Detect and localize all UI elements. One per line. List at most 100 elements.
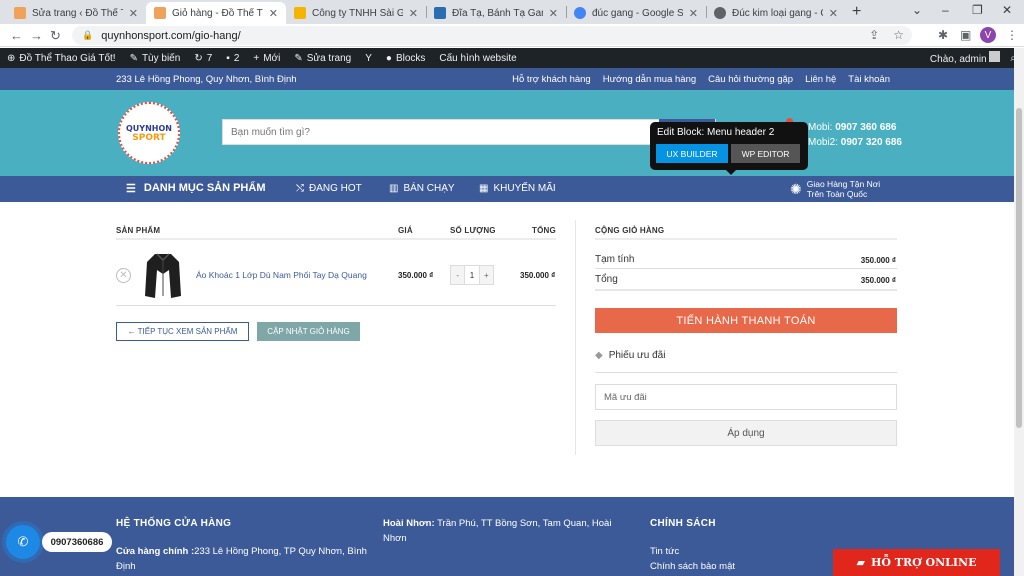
minimize-icon[interactable]: – (942, 3, 949, 17)
item-price: 350.000 ₫ (398, 271, 434, 280)
divider (116, 238, 556, 240)
close-tab-icon[interactable]: ✕ (829, 7, 838, 20)
tooltip-arrow (726, 170, 736, 175)
edit-block-title: Edit Block: Menu header 2 (657, 127, 775, 138)
hotline-2[interactable]: 0907 320 686 (841, 137, 902, 148)
footer-policy-links: Tin tức Chính sách bảo mật (650, 544, 735, 574)
brush-icon: ✎ (129, 52, 138, 64)
wp-blocks-link[interactable]: ● Blocks (379, 53, 433, 64)
browser-tab[interactable]: đúc gang - Google Search ✕ (566, 2, 706, 24)
close-tab-icon[interactable]: ✕ (129, 7, 138, 20)
wordpress-icon: ⊕ (7, 52, 16, 64)
coupon-input[interactable]: Mã ưu đãi (595, 384, 897, 410)
browser-tab[interactable]: Sửa trang ‹ Đồ Thể Thao Giá ✕ (6, 2, 146, 24)
reload-icon[interactable]: ↻ (50, 28, 61, 44)
wp-customize-link[interactable]: ✎ Tùy biến (123, 53, 188, 64)
browser-tab[interactable]: Công ty TNHH Sài Gòn Mai ✕ (286, 2, 426, 24)
footer-link[interactable]: Chính sách bảo mật (650, 559, 735, 574)
coupon-title: ◆ Phiếu ưu đãi (595, 350, 666, 361)
wp-new-link[interactable]: + Mới (246, 53, 287, 64)
hamburger-icon: ☰ (126, 183, 136, 195)
topbar-link[interactable]: Câu hỏi thường gặp (708, 74, 793, 85)
lock-icon[interactable]: 🔒 (82, 30, 93, 41)
wp-editor-button[interactable]: WP EDITOR (731, 144, 800, 163)
address-bar[interactable]: 🔒 quynhonsport.com/gio-hang/ ⇪ ☆ (72, 26, 912, 45)
apply-coupon-button[interactable]: Áp dụng (595, 420, 897, 446)
call-button[interactable]: ✆ (6, 525, 40, 559)
product-name-link[interactable]: Áo Khoác 1 Lớp Dù Nam Phối Tay Dạ Quang (196, 270, 367, 280)
chat-icon: ▰ (856, 556, 865, 569)
footer-main-store: Cửa hàng chính :233 Lê Hồng Phong, TP Qu… (116, 546, 367, 572)
call-number[interactable]: 0907360686 (42, 532, 112, 552)
wp-config-link[interactable]: Cấu hình website (432, 53, 523, 64)
wp-edit-page-link[interactable]: ✎ Sửa trang (287, 53, 358, 64)
tab-favicon-icon (294, 7, 306, 19)
wp-comments-link[interactable]: ▪ 2 (219, 53, 246, 64)
close-window-icon[interactable]: ✕ (1002, 3, 1012, 17)
menu-dots-icon[interactable]: ⋮ (1006, 28, 1018, 42)
total-label: Tổng (595, 274, 618, 285)
grid-icon: ▦ (479, 183, 489, 194)
extensions-icon[interactable]: ✱ (938, 28, 948, 42)
back-icon[interactable]: ← (10, 28, 23, 43)
checkout-button[interactable]: TIẾN HÀNH THANH TOÁN (595, 308, 897, 333)
wp-greeting[interactable]: Chào, admin (930, 51, 1001, 65)
page-scrollbar[interactable] (1014, 48, 1024, 576)
search-input[interactable] (231, 126, 651, 138)
google-favicon-icon (574, 7, 586, 19)
nav-item-best-seller[interactable]: ▥ BÁN CHẠY (389, 183, 455, 194)
yoast-link[interactable]: Y (358, 53, 379, 64)
site-logo[interactable]: QUYNHON SPORT (118, 102, 180, 164)
remove-item-icon[interactable]: ✕ (116, 268, 131, 283)
updates-icon: ↻ (194, 52, 203, 64)
url-text[interactable]: quynhonsport.com/gio-hang/ (101, 30, 240, 42)
chart-icon: ▥ (389, 183, 399, 194)
qty-minus-button[interactable]: - (451, 266, 466, 284)
share-icon[interactable]: ⇪ (869, 28, 879, 42)
browser-tab[interactable]: Đúc kim loại gang - CƠ KHÍ ✕ (706, 2, 846, 24)
topbar-link[interactable]: Tài khoản (848, 74, 890, 85)
new-tab-icon[interactable]: + (852, 3, 861, 21)
scroll-thumb[interactable] (1016, 108, 1022, 428)
side-panel-icon[interactable]: ▣ (960, 28, 971, 42)
topbar-link[interactable]: Hỗ trợ khách hàng (512, 74, 591, 85)
close-tab-icon[interactable]: ✕ (549, 7, 558, 20)
update-cart-button[interactable]: CẬP NHẬT GIỎ HÀNG (257, 322, 360, 341)
col-header-price: GIÁ (398, 226, 413, 235)
close-tab-icon[interactable]: ✕ (409, 7, 418, 20)
continue-shopping-button[interactable]: ← TIẾP TỤC XEM SẢN PHẨM (116, 322, 249, 341)
nav-item-promo[interactable]: ▦ KHUYẾN MÃI (479, 183, 556, 194)
divider (116, 305, 556, 306)
topbar-link[interactable]: Hướng dẫn mua hàng (603, 74, 696, 85)
tag-icon: ◆ (595, 350, 603, 361)
hotline-1[interactable]: 0907 360 686 (835, 122, 896, 133)
close-tab-icon[interactable]: ✕ (269, 7, 278, 20)
qty-input[interactable]: 1 (465, 266, 480, 284)
maximize-icon[interactable]: ❐ (972, 3, 983, 17)
wp-updates-link[interactable]: ↻ 7 (187, 53, 219, 64)
wp-site-link[interactable]: ⊕ Đồ Thể Thao Giá Tốt! (0, 53, 123, 64)
category-menu[interactable]: ☰ DANH MỤC SẢN PHẨM (126, 182, 265, 195)
tab-search-icon[interactable]: ⌄ (912, 3, 922, 17)
product-thumbnail[interactable] (143, 250, 183, 300)
footer-link[interactable]: Tin tức (650, 544, 735, 559)
topbar-link[interactable]: Liên hệ (805, 74, 836, 85)
main-nav: ☰ DANH MỤC SẢN PHẨM ⤭ ĐANG HOT ▥ BÁN CHẠY … (0, 176, 1014, 202)
col-header-qty: SỐ LƯỢNG (450, 226, 496, 235)
browser-tab[interactable]: Đĩa Tạ, Bánh Tạ Gang - 1kg ✕ (426, 2, 566, 24)
profile-avatar[interactable]: V (980, 27, 996, 43)
close-tab-icon[interactable]: ✕ (689, 7, 698, 20)
plus-icon: + (253, 52, 260, 64)
ux-builder-button[interactable]: UX BUILDER (656, 144, 728, 163)
forward-icon[interactable]: → (30, 28, 43, 43)
yoast-icon: Y (365, 52, 372, 64)
nav-item-hot[interactable]: ⤭ ĐANG HOT (296, 183, 362, 194)
browser-tab-bar: Sửa trang ‹ Đồ Thể Thao Giá ✕ Giỏ hàng -… (0, 0, 1024, 24)
pencil-icon: ✎ (294, 52, 303, 64)
bookmark-star-icon[interactable]: ☆ (893, 28, 904, 42)
divider (595, 238, 897, 240)
online-support-button[interactable]: ▰ HỖ TRỢ ONLINE (833, 549, 1000, 576)
qty-plus-button[interactable]: + (479, 266, 493, 284)
subtotal-label: Tạm tính (595, 254, 635, 265)
browser-tab-active[interactable]: Giỏ hàng - Đồ Thể Thao Giá ✕ (146, 2, 286, 24)
